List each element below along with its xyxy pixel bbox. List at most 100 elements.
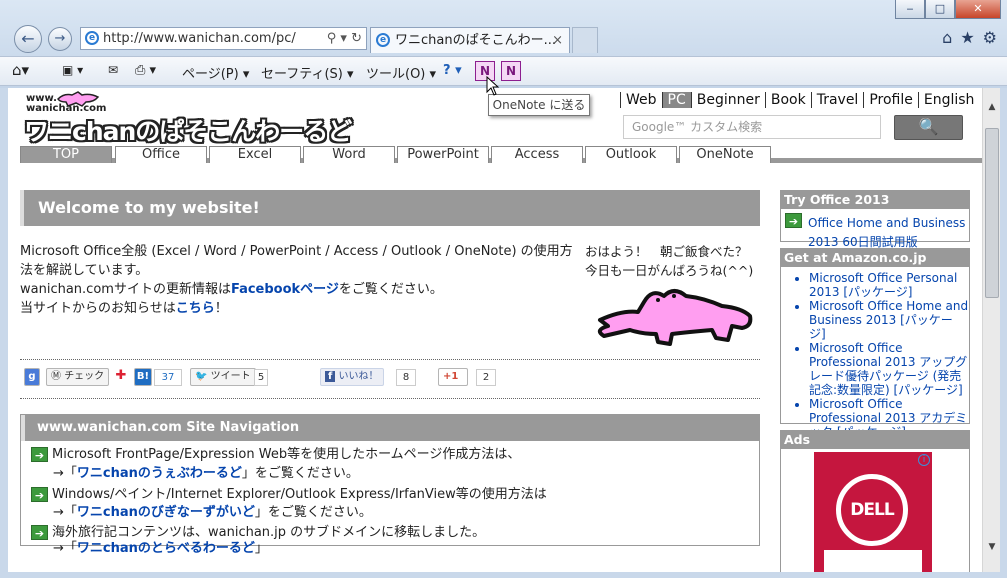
dell-ad[interactable]: i DELL xyxy=(814,452,932,572)
tab-close-icon[interactable]: × xyxy=(552,28,563,53)
topnav-english[interactable]: English xyxy=(917,92,980,108)
facebook-like-button[interactable]: f いいね！ xyxy=(320,368,384,386)
topnav-web[interactable]: Web xyxy=(620,92,662,108)
gplus-count: 2 xyxy=(476,369,496,386)
tab-active[interactable]: e ワニchanのぱそこんわー... × xyxy=(370,27,570,53)
hatena-check-button[interactable]: Ⓜ チェック xyxy=(46,368,110,386)
tab-office[interactable]: Office xyxy=(115,146,207,163)
tab-word[interactable]: Word xyxy=(303,146,395,163)
ad-cta[interactable] xyxy=(824,550,922,572)
ads-title: Ads xyxy=(781,431,969,449)
window-frame xyxy=(0,572,1007,578)
home-icon[interactable]: ⌂▾ xyxy=(12,61,29,79)
tools-menu[interactable]: ツール(O) ▾ xyxy=(366,63,436,82)
address-bar[interactable]: e http://www.wanichan.com/pc/ ⚲ ▾ ↻ xyxy=(80,27,367,50)
search-button[interactable]: 🔍 xyxy=(894,115,963,140)
topnav-book[interactable]: Book xyxy=(764,92,811,108)
amazon-item[interactable]: Microsoft Office Personal 2013 [パッケージ] xyxy=(809,271,969,299)
site-logo[interactable]: ワニchanのぱそこんわーるど xyxy=(24,112,352,148)
tab-outlook[interactable]: Outlook xyxy=(585,146,677,163)
mail-icon[interactable]: ✉ xyxy=(108,63,118,77)
topnav-pc[interactable]: PC xyxy=(661,92,691,108)
topnav-beginner[interactable]: Beginner xyxy=(690,92,765,108)
intro-line: 当サイトからのお知らせはこちら！ xyxy=(20,299,580,318)
try-office-box: Try Office 2013 ➔ Office Home and Busine… xyxy=(780,190,970,249)
onenote-button[interactable]: N xyxy=(501,61,521,81)
scroll-thumb[interactable] xyxy=(985,128,999,298)
topnav-travel[interactable]: Travel xyxy=(810,92,864,108)
button-label: +1 xyxy=(443,371,459,382)
tab-onenote[interactable]: OneNote xyxy=(679,146,771,163)
greeting-line: おはよう！ 朝ご飯食べた？ xyxy=(585,244,748,259)
close-window-button[interactable]: ✕ xyxy=(955,0,1001,19)
command-bar: ⌂▾ ▣ ▾ ✉ ⎙ ▾ ページ(P) ▾ セーフティ(S) ▾ ツール(O) … xyxy=(0,56,1007,86)
amazon-item[interactable]: Microsoft Office Home and Business 2013 … xyxy=(809,299,969,341)
tab-powerpoint[interactable]: PowerPoint xyxy=(397,146,489,163)
safety-menu[interactable]: セーフティ(S) ▾ xyxy=(261,63,354,82)
intro-text-part: 当サイトからのお知らせは xyxy=(20,301,176,316)
window-controls: ‒ □ ✕ xyxy=(895,0,1001,19)
nav-sub-text: 」をご覧ください。 xyxy=(241,466,359,481)
intro-line: wanichan.comサイトの更新情報はFacebookページをご覧ください。 xyxy=(20,280,580,299)
help-icon[interactable]: ? ▾ xyxy=(443,63,462,78)
dell-logo: DELL xyxy=(836,474,908,546)
intro-text-part: ！ xyxy=(214,301,228,316)
maximize-button[interactable]: □ xyxy=(925,0,955,19)
news-link[interactable]: こちら xyxy=(176,301,215,316)
facebook-link[interactable]: Facebookページ xyxy=(231,282,339,297)
nav-sub-text: 」 xyxy=(254,541,268,556)
welcome-heading: Welcome to my website! xyxy=(20,190,760,226)
nav-sub-item: →「ワニchanのうぇぶわーるど」をご覧ください。 xyxy=(53,464,359,483)
back-button[interactable]: ← xyxy=(14,25,42,53)
top-navigation: Web PC Beginner Book Travel Profile Engl… xyxy=(620,92,979,108)
hatena-bookmark-button[interactable]: B! xyxy=(134,368,152,386)
tab-title: ワニchanのぱそこんわー... xyxy=(395,33,556,48)
amazon-box: Get at Amazon.co.jp Microsoft Office Per… xyxy=(780,248,970,439)
intro-line: Microsoft Office全般 (Excel / Word / Power… xyxy=(20,244,573,278)
try-office-item: ➔ Office Home and Business 2013 60日間試用版 xyxy=(781,209,969,250)
feed-icon[interactable]: ▣ ▾ xyxy=(62,63,83,77)
travel-world-link[interactable]: ワニchanのとらべるわーるど xyxy=(77,541,255,556)
minimize-button[interactable]: ‒ xyxy=(895,0,925,19)
web-world-link[interactable]: ワニchanのうぇぶわーるど xyxy=(77,466,242,481)
google-plus-one-button[interactable]: +1 xyxy=(438,368,468,386)
nav-sub-item: →「ワニchanのびぎなーずがいど」をご覧ください。 xyxy=(53,503,372,522)
print-icon[interactable]: ⎙ ▾ xyxy=(135,63,156,78)
amazon-item[interactable]: Microsoft Office Professional 2013 アップグレ… xyxy=(809,341,969,397)
vertical-scrollbar[interactable]: ▲ ▼ xyxy=(982,88,1000,572)
star-icon[interactable]: ★ xyxy=(960,28,974,47)
tab-access[interactable]: Access xyxy=(491,146,583,163)
home-icon[interactable]: ⌂ xyxy=(942,28,952,47)
window-frame xyxy=(1000,88,1007,578)
like-count: 8 xyxy=(396,369,416,386)
arrow-right-icon: ➔ xyxy=(785,213,802,228)
button-label: ツイート xyxy=(210,371,251,382)
tab-excel[interactable]: Excel xyxy=(209,146,301,163)
scroll-up-icon[interactable]: ▲ xyxy=(985,100,999,114)
nav-item-text: 海外旅行記コンテンツは、wanichan.jp のサブドメインに移転しました。 xyxy=(52,525,486,540)
gear-icon[interactable]: ⚙ xyxy=(983,28,997,47)
beginners-guide-link[interactable]: ワニchanのびぎなーずがいど xyxy=(77,505,255,520)
arrow-right-icon: ➔ xyxy=(31,487,48,502)
scroll-down-icon[interactable]: ▼ xyxy=(985,540,999,554)
button-label: チェック xyxy=(64,371,105,382)
forward-button[interactable]: → xyxy=(48,27,72,51)
nav-item: ➔ 海外旅行記コンテンツは、wanichan.jp のサブドメインに移転しました。 xyxy=(31,523,485,542)
ad-info-icon[interactable]: i xyxy=(918,454,930,466)
address-tools[interactable]: ⚲ ▾ ↻ xyxy=(327,28,362,49)
browser-chrome: ‒ □ ✕ ← → e http://www.wanichan.com/pc/ … xyxy=(0,0,1007,88)
nav-item-text: Microsoft FrontPage/Expression Web等を使用した… xyxy=(52,447,521,462)
try-office-title: Try Office 2013 xyxy=(781,191,969,209)
try-office-link[interactable]: Office Home and Business 2013 60日間試用版 xyxy=(808,216,965,249)
new-tab-button[interactable] xyxy=(572,27,598,53)
topnav-profile[interactable]: Profile xyxy=(863,92,918,108)
address-text: http://www.wanichan.com/pc/ xyxy=(103,31,296,46)
search-input[interactable]: Google™ カスタム検索 xyxy=(623,115,881,139)
google-bookmark-icon[interactable]: g xyxy=(24,368,40,386)
tab-top[interactable]: TOP xyxy=(20,146,112,163)
livedoor-clip-icon[interactable]: ✚ xyxy=(112,368,130,386)
tweet-button[interactable]: 🐦 ツイート xyxy=(190,368,256,386)
ie-icon: e xyxy=(376,33,390,47)
page-menu[interactable]: ページ(P) ▾ xyxy=(182,63,249,82)
nav-sub-item: →「ワニchanのとらべるわーるど」 xyxy=(53,542,268,556)
